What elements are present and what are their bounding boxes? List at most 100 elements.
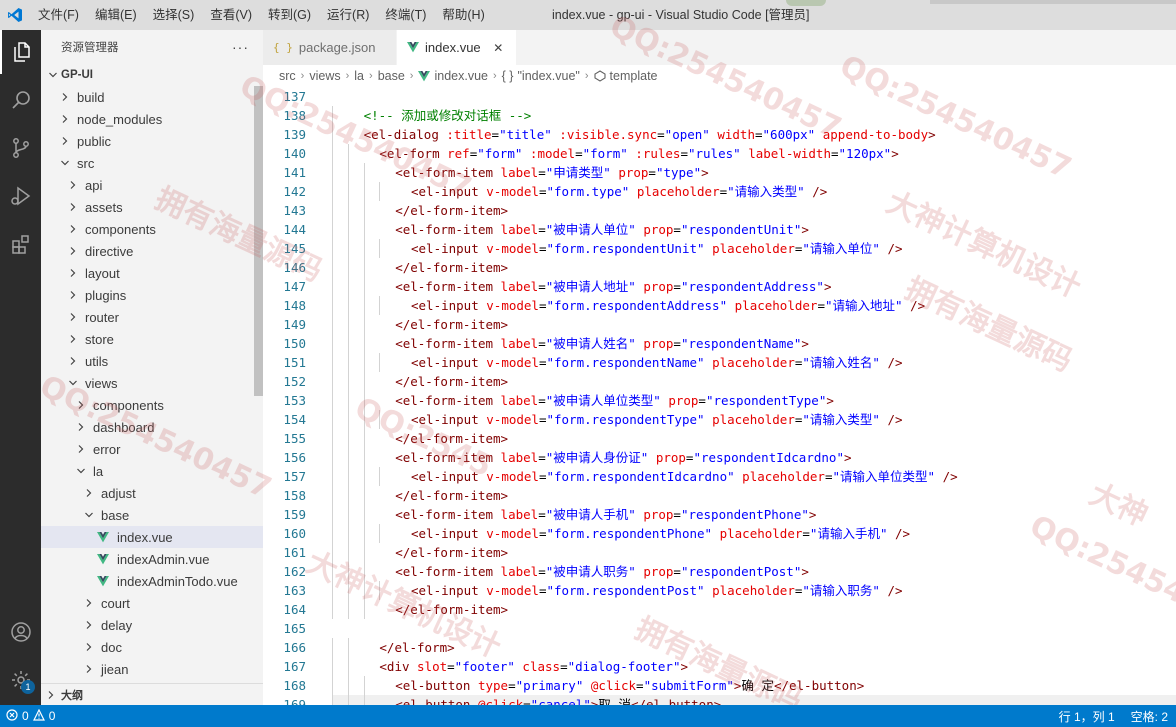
tree-folder-item[interactable]: doc — [41, 636, 263, 658]
code-token: "请输入单位类型" — [832, 469, 936, 484]
menu-item[interactable]: 文件(F) — [30, 0, 87, 30]
indentation[interactable]: 空格: 2 — [1123, 708, 1176, 725]
close-icon[interactable]: ✕ — [491, 41, 506, 55]
tree-folder-item[interactable]: utils — [41, 350, 263, 372]
tree-folder-item[interactable]: jiean — [41, 658, 263, 680]
indent-guide — [363, 201, 365, 220]
code-token: "form.respondentType" — [546, 412, 705, 427]
menu-item[interactable]: 终端(T) — [377, 0, 434, 30]
cursor-position[interactable]: 行 1，列 1 — [1051, 708, 1123, 725]
warning-icon — [32, 708, 45, 724]
breadcrumb-item[interactable]: { } "index.vue" — [502, 69, 580, 83]
indent-guide — [332, 524, 333, 543]
title-right-decoration — [930, 0, 1176, 4]
tree-folder-item[interactable]: plugins — [41, 284, 263, 306]
menu-item[interactable]: 选择(S) — [145, 0, 203, 30]
run-debug-icon[interactable] — [0, 174, 41, 218]
error-icon — [6, 708, 18, 724]
tree-folder-item[interactable]: src — [41, 152, 263, 174]
tree-folder-item[interactable]: views — [41, 372, 263, 394]
workspace-root[interactable]: GP-UI — [41, 64, 263, 86]
extensions-icon[interactable] — [0, 222, 41, 266]
indent-guide — [332, 296, 333, 315]
tree-folder-item[interactable]: components — [41, 218, 263, 240]
tree-folder-item[interactable]: directive — [41, 240, 263, 262]
breadcrumb: src › views › la › base › index.vue › { } "index.vu… — [263, 65, 1176, 87]
tab-index-vue[interactable]: index.vue ✕ — [397, 30, 517, 65]
line-number: 166 — [283, 640, 306, 655]
outline-section[interactable]: 大纲 — [41, 683, 263, 705]
breadcrumb-item[interactable]: template — [593, 69, 658, 83]
code-token: = — [636, 678, 644, 693]
tree-file-item[interactable]: indexAdminTodo.vue — [41, 570, 263, 592]
tree-folder-item[interactable]: court — [41, 592, 263, 614]
tree-folder-item[interactable]: delay — [41, 614, 263, 636]
breadcrumb-item[interactable]: src — [279, 69, 296, 83]
menu-item[interactable]: 转到(G) — [260, 0, 319, 30]
code-token: prop — [655, 450, 686, 465]
tree-folder-item[interactable]: components — [41, 394, 263, 416]
tree-folder-item[interactable]: public — [41, 130, 263, 152]
line-number: 152 — [283, 374, 306, 389]
code-token: = — [698, 393, 706, 408]
tree-folder-item[interactable]: assets — [41, 196, 263, 218]
manage-gear-icon[interactable]: 1 — [0, 658, 41, 702]
code-token: <el-form-item — [395, 393, 501, 408]
code-token: = — [648, 165, 656, 180]
code-token: placeholder — [742, 469, 825, 484]
sidebar-scrollbar[interactable] — [254, 86, 263, 396]
tree-folder-item[interactable]: dashboard — [41, 416, 263, 438]
tree-folder-item[interactable]: base — [41, 504, 263, 526]
search-icon[interactable] — [0, 78, 41, 122]
tab-package-json[interactable]: { } package.json — [263, 30, 397, 65]
code-line: 165 — [263, 619, 1176, 638]
indent-guide — [332, 695, 333, 705]
breadcrumb-label: src — [279, 69, 296, 83]
line-number: 148 — [283, 298, 306, 313]
line-number: 157 — [283, 469, 306, 484]
breadcrumb-item[interactable]: la — [354, 69, 364, 83]
more-actions-icon[interactable]: ··· — [232, 39, 249, 55]
tree-folder-item[interactable]: node_modules — [41, 108, 263, 130]
code-text: <el-form-item label="被申请人手机" prop="respo… — [395, 505, 816, 524]
indent-guide — [347, 144, 349, 163]
indent-guide — [379, 467, 381, 486]
code-line: 167 <div slot="footer" class="dialog-foot… — [263, 657, 1176, 676]
account-icon[interactable] — [0, 610, 41, 654]
explorer-icon[interactable] — [0, 30, 41, 74]
breadcrumb-item[interactable]: base — [378, 69, 405, 83]
code-token: "被申请人职务" — [545, 564, 636, 579]
code-token: </el-form-item> — [395, 260, 509, 275]
code-token: "form.respondentPost" — [546, 583, 705, 598]
warning-count: 0 — [48, 709, 56, 723]
indent-guide — [379, 239, 381, 258]
tree-folder-item[interactable]: error — [41, 438, 263, 460]
code-token: v-model — [486, 241, 539, 256]
breadcrumb-item[interactable]: index.vue — [418, 69, 488, 83]
code-token: <el-button — [395, 697, 478, 705]
code-text: <el-input v-model="form.respondentUnit" … — [411, 239, 903, 258]
code-token: > — [801, 336, 809, 351]
tree-folder-item[interactable]: build — [41, 86, 263, 108]
code-token: "被申请人地址" — [545, 279, 636, 294]
code-text: <el-input v-model = "form.type" placeholde… — [411, 182, 827, 201]
menu-item[interactable]: 编辑(E) — [87, 0, 145, 30]
breadcrumb-item[interactable]: views — [309, 69, 340, 83]
menu-item[interactable]: 帮助(H) — [434, 0, 492, 30]
problems-indicator[interactable]: 0 0 — [0, 705, 59, 727]
tree-folder-item[interactable]: layout — [41, 262, 263, 284]
menu-item[interactable]: 查看(V) — [202, 0, 260, 30]
source-control-icon[interactable] — [0, 126, 41, 170]
code-token: "被申请人手机" — [545, 507, 636, 522]
tree-folder-item[interactable]: router — [41, 306, 263, 328]
tree-file-item[interactable]: indexAdmin.vue — [41, 548, 263, 570]
code-area[interactable]: 137 138 <!-- 添加或修改对话框 --> 139 <el-dialog :ti… — [263, 87, 1176, 705]
tree-file-item[interactable]: index.vue — [41, 526, 263, 548]
tree-folder-item[interactable]: adjust — [41, 482, 263, 504]
tree-folder-item[interactable]: store — [41, 328, 263, 350]
menu-item[interactable]: 运行(R) — [319, 0, 377, 30]
tree-folder-item[interactable]: la — [41, 460, 263, 482]
code-token: "type" — [655, 165, 702, 180]
tree-folder-item[interactable]: api — [41, 174, 263, 196]
